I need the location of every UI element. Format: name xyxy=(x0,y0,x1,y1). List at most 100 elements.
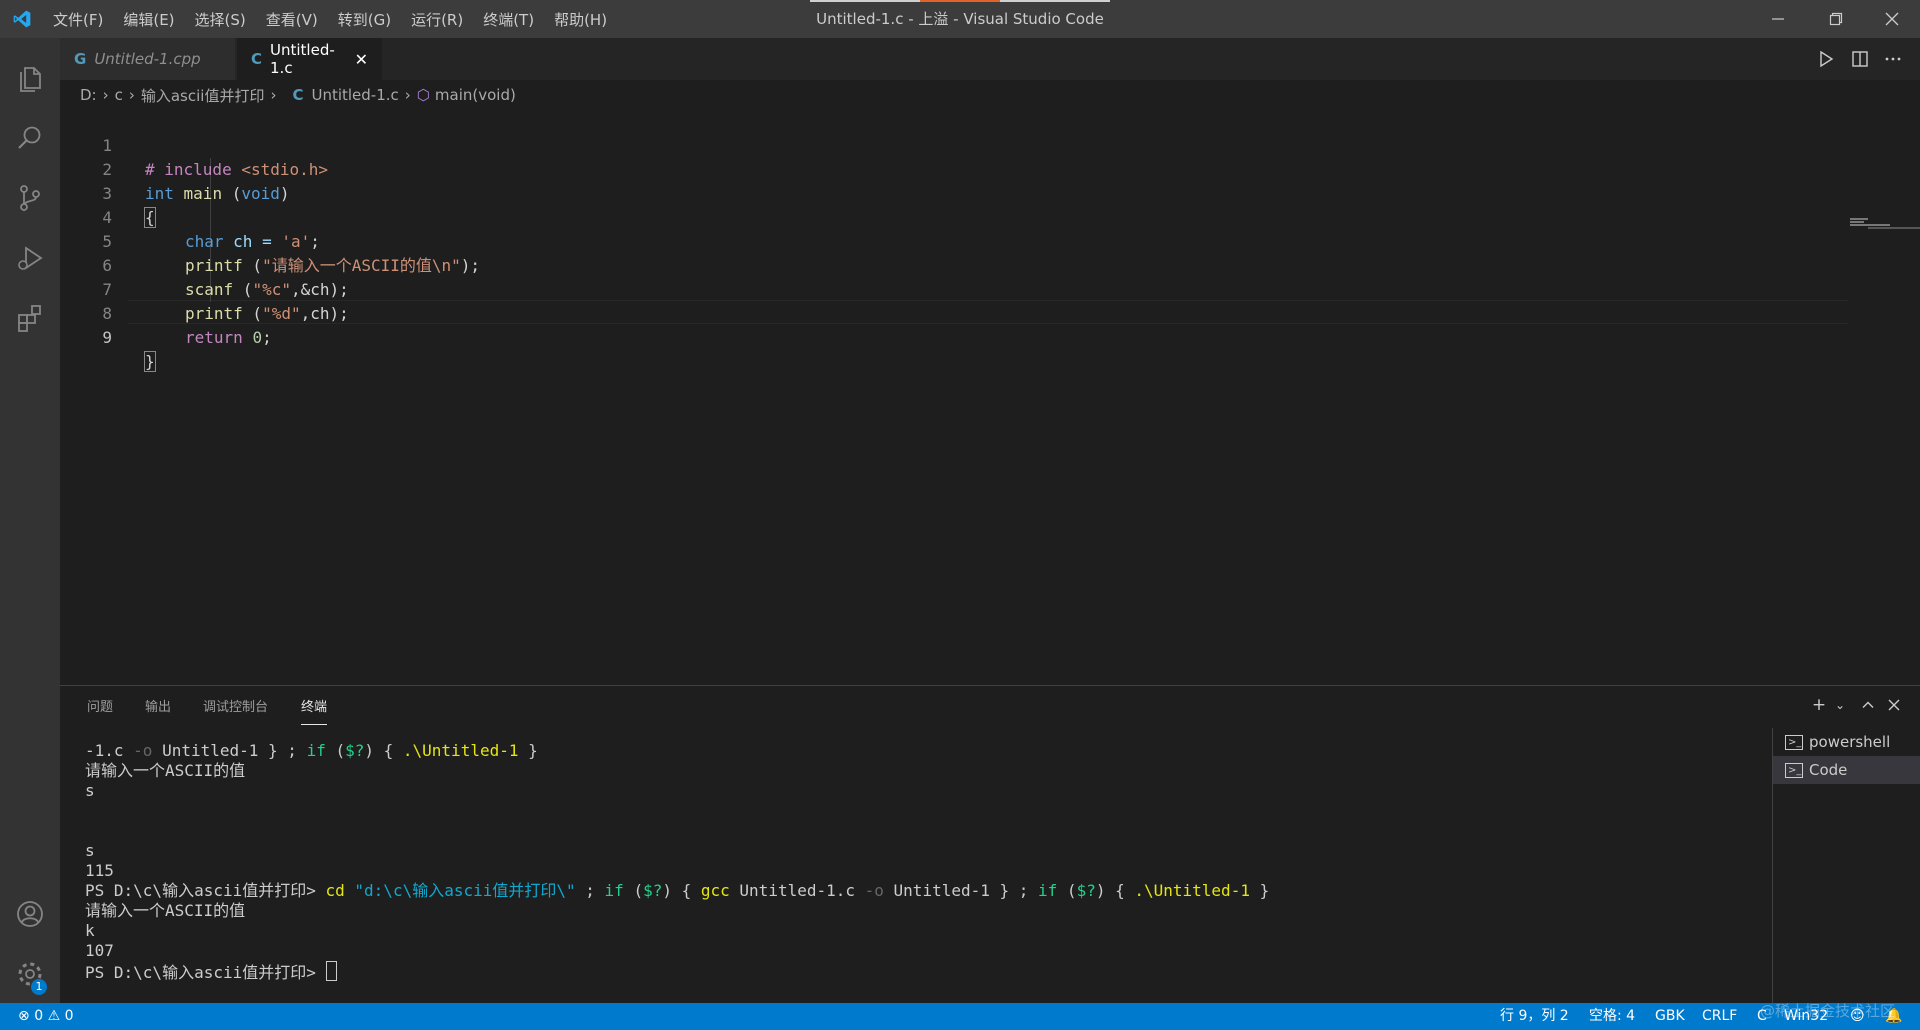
code-line: 5 printf ("请输入一个ASCII的值\n"); xyxy=(60,206,1780,275)
split-editor-button[interactable] xyxy=(1843,38,1877,80)
tab-terminal[interactable]: 终端 xyxy=(301,696,328,725)
manage-button[interactable]: 1 xyxy=(0,946,60,1002)
settings-badge: 1 xyxy=(31,979,47,995)
chevron-right-icon: › xyxy=(128,86,135,104)
breadcrumb-folder-project[interactable]: 输入ascii值并打印 xyxy=(141,85,265,106)
code-editor[interactable]: 1 # include <stdio.h> 2 int main (void) … xyxy=(60,110,1920,685)
c-file-icon: C xyxy=(292,86,304,104)
menu-run[interactable]: 运行(R) xyxy=(411,9,463,30)
explorer-button[interactable] xyxy=(0,50,60,106)
chevron-right-icon: › xyxy=(270,86,277,104)
matched-brace: } xyxy=(144,351,156,372)
term-text: ; xyxy=(575,881,605,900)
terminal-output[interactable]: -1.c -o Untitled-1 } ; if ($?) { .\Untit… xyxy=(85,741,1825,982)
terminal-item-label: powershell xyxy=(1809,733,1891,751)
tab-output[interactable]: 输出 xyxy=(145,696,171,724)
minimize-icon xyxy=(1772,18,1784,20)
term-string: "d:\c\输入ascii值并打印\" xyxy=(354,881,576,900)
title-bar: 文件(F) 编辑(E) 选择(S) 查看(V) 转到(G) 运行(R) 终端(T… xyxy=(0,0,1920,38)
breadcrumb-symbol[interactable]: main(void) xyxy=(435,86,516,104)
terminal-line: 请输入一个ASCII的值 xyxy=(85,901,246,920)
error-count: 0 xyxy=(34,1008,44,1024)
close-tab-icon[interactable]: ✕ xyxy=(355,50,368,69)
breadcrumb-folder-c[interactable]: c xyxy=(115,86,123,104)
menu-edit[interactable]: 编辑(E) xyxy=(123,9,174,30)
chevron-up-icon xyxy=(1862,701,1874,708)
minimap[interactable] xyxy=(1850,218,1920,230)
term-flag: -o xyxy=(133,741,153,760)
search-button[interactable] xyxy=(0,110,60,166)
term-text: ( xyxy=(623,881,644,900)
eol-status[interactable]: CRLF xyxy=(1702,1003,1737,1030)
term-command: gcc xyxy=(700,881,730,900)
source-control-button[interactable] xyxy=(0,170,60,226)
breadcrumb-drive[interactable]: D: xyxy=(80,86,97,104)
terminal-icon: >_ xyxy=(1785,762,1803,778)
menu-go[interactable]: 转到(G) xyxy=(338,9,391,30)
close-icon xyxy=(1885,12,1899,26)
problems-status[interactable]: ⊗ 0 ⚠ 0 xyxy=(18,1003,74,1030)
terminal-item-powershell[interactable]: >_ powershell xyxy=(1773,728,1920,756)
terminal-prompt-line: PS D:\c\输入ascii值并打印> xyxy=(85,961,1825,982)
cursor-position[interactable]: 行 9，列 2 xyxy=(1500,1003,1569,1030)
code-line: 3 { xyxy=(60,158,1780,228)
restore-button[interactable] xyxy=(1808,0,1864,38)
menu-file[interactable]: 文件(F) xyxy=(53,9,103,30)
minimize-button[interactable] xyxy=(1750,0,1806,38)
code-line: 4 char ch = 'a'; xyxy=(60,182,1780,251)
watermark: @稀土掘金技术社区 xyxy=(1760,1002,1896,1020)
extensions-button[interactable] xyxy=(0,290,60,346)
terminal-line: 107 xyxy=(85,941,114,960)
keyword: return xyxy=(185,328,243,347)
terminal-item-code[interactable]: >_ Code xyxy=(1773,756,1920,784)
indentation-status[interactable]: 空格: 4 xyxy=(1589,1003,1635,1030)
code-line: 1 # include <stdio.h> xyxy=(60,110,1780,179)
menu-terminal[interactable]: 终端(T) xyxy=(483,9,534,30)
tab-untitled-cpp[interactable]: G Untitled-1.cpp xyxy=(60,38,236,80)
tab-untitled-c[interactable]: C Untitled-1.c ✕ xyxy=(237,38,382,80)
tab-problems[interactable]: 问题 xyxy=(87,696,113,724)
new-terminal-button[interactable]: + xyxy=(1808,694,1830,716)
vscode-logo-icon xyxy=(13,10,31,28)
terminal-item-label: Code xyxy=(1809,761,1848,779)
close-panel-button[interactable] xyxy=(1883,694,1905,716)
restore-icon xyxy=(1829,12,1843,26)
term-prompt: PS D:\c\输入ascii值并打印> xyxy=(85,881,326,900)
term-text: ) { xyxy=(364,741,403,760)
terminal-dropdown-button[interactable]: ⌄ xyxy=(1829,694,1851,716)
code-line: 7 printf ("%d",ch); xyxy=(60,254,1780,323)
c-file-icon: C xyxy=(251,50,263,68)
maximize-panel-button[interactable] xyxy=(1857,694,1879,716)
run-debug-button[interactable] xyxy=(0,230,60,286)
tab-debug-console[interactable]: 调试控制台 xyxy=(203,696,268,724)
term-text xyxy=(345,881,355,900)
encoding-status[interactable]: GBK xyxy=(1655,1003,1685,1030)
run-code-button[interactable] xyxy=(1809,38,1843,80)
term-command: .\Untitled-1 xyxy=(402,741,519,760)
line-number: 9 xyxy=(102,328,112,347)
breadcrumb-file[interactable]: Untitled-1.c xyxy=(311,86,398,104)
menu-view[interactable]: 查看(V) xyxy=(266,9,318,30)
accounts-button[interactable] xyxy=(0,886,60,942)
terminal-icon: >_ xyxy=(1785,734,1803,750)
code-line: 2 int main (void) xyxy=(60,134,1780,203)
search-icon xyxy=(18,126,41,149)
more-actions-button[interactable] xyxy=(1876,38,1910,80)
bottom-panel: 问题 输出 调试控制台 终端 + ⌄ -1.c -o Untitled-1 } … xyxy=(60,685,1920,1004)
term-flag: -o xyxy=(864,881,884,900)
terminal-line: s xyxy=(85,841,95,860)
term-text: -1.c xyxy=(85,741,134,760)
terminal-line: 请输入一个ASCII的值 xyxy=(85,761,246,780)
plus-icon: + xyxy=(1811,695,1827,715)
menu-selection[interactable]: 选择(S) xyxy=(195,9,246,30)
term-keyword: if xyxy=(1038,881,1058,900)
term-text: ) { xyxy=(1095,881,1135,900)
editor-tab-bar: G Untitled-1.cpp C Untitled-1.c ✕ xyxy=(60,38,1920,80)
term-prompt: PS D:\c\输入ascii值并打印> xyxy=(85,963,326,982)
close-window-button[interactable] xyxy=(1864,0,1920,38)
term-text: ( xyxy=(1057,881,1077,900)
menu-help[interactable]: 帮助(H) xyxy=(554,9,607,30)
close-icon xyxy=(1888,699,1900,711)
